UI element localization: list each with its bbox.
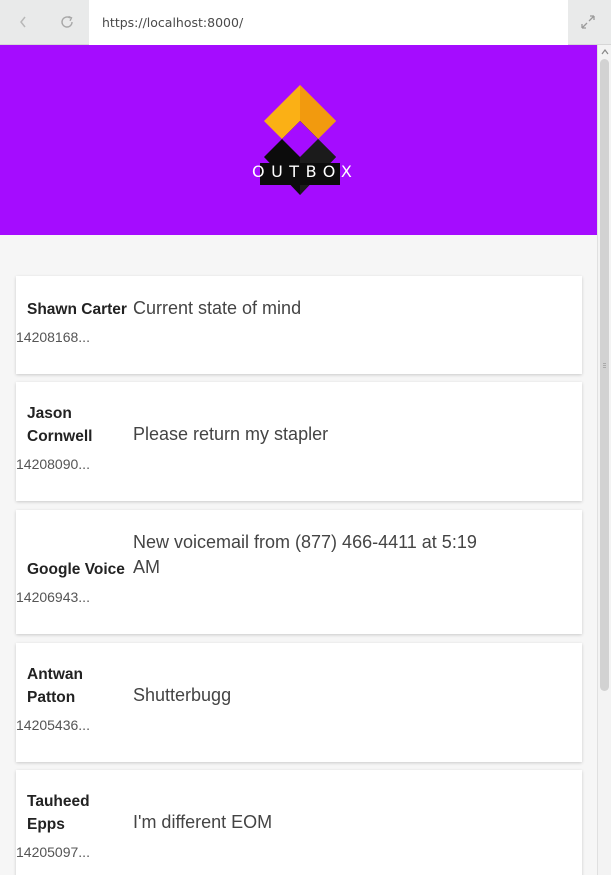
- fullscreen-button[interactable]: [576, 10, 600, 34]
- message-sender: Google Voice: [27, 561, 125, 578]
- message-subject: Current state of mind: [133, 298, 302, 318]
- address-bar[interactable]: https://localhost:8000/: [89, 0, 568, 45]
- message-sender: Tauheed Epps: [27, 793, 90, 833]
- message-subject: I'm different EOM: [133, 812, 273, 832]
- scroll-thumb[interactable]: [600, 59, 609, 691]
- message-timestamp: 14205097...: [16, 844, 90, 860]
- app-header: OUTBOX: [0, 45, 597, 235]
- scroll-up-icon[interactable]: [601, 49, 609, 55]
- page-scrollbar[interactable]: [597, 45, 611, 875]
- back-icon: [20, 16, 26, 28]
- message-subject: New voicemail from (877) 466-4411 at 5:1…: [133, 532, 477, 577]
- message-sender: Antwan Patton: [27, 666, 83, 706]
- message-subject: Please return my stapler: [133, 424, 329, 444]
- browser-toolbar: https://localhost:8000/: [0, 0, 611, 45]
- outbox-app: OUTBOX Shawn Carter 14208168... Current …: [0, 45, 597, 875]
- message-timestamp: 14206943...: [16, 589, 90, 605]
- message-timestamp: 14208168...: [16, 329, 90, 345]
- message-card[interactable]: Tauheed Epps 14205097... I'm different E…: [16, 770, 582, 875]
- message-timestamp: 14205436...: [16, 717, 90, 733]
- reload-icon: [61, 15, 73, 28]
- scroll-grip: [603, 363, 606, 364]
- message-subject: Shutterbugg: [133, 685, 232, 705]
- reload-button[interactable]: [52, 8, 82, 36]
- message-card[interactable]: Google Voice 14206943... New voicemail f…: [16, 510, 582, 634]
- expand-icon: [581, 15, 595, 29]
- url-text: https://localhost:8000/: [102, 15, 244, 30]
- message-card[interactable]: Antwan Patton 14205436... Shutterbugg: [16, 643, 582, 762]
- message-sender: Shawn Carter: [27, 301, 127, 318]
- brand-name: OUTBOX: [252, 162, 359, 181]
- back-button[interactable]: [8, 8, 38, 36]
- message-timestamp: 14208090...: [16, 456, 90, 472]
- message-sender: Jason Cornwell: [27, 405, 93, 445]
- message-card[interactable]: Shawn Carter 14208168... Current state o…: [16, 276, 582, 374]
- message-card[interactable]: Jason Cornwell 14208090... Please return…: [16, 382, 582, 501]
